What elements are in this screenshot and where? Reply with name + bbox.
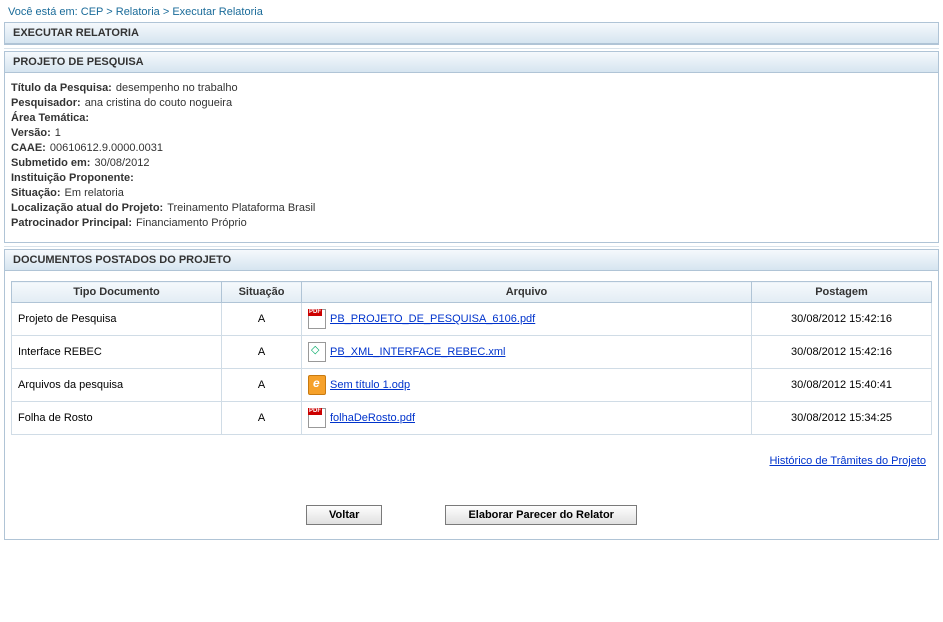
- executar-relatoria-title: EXECUTAR RELATORIA: [5, 23, 938, 44]
- executar-relatoria-panel: EXECUTAR RELATORIA: [4, 22, 939, 45]
- file-link[interactable]: PB_XML_INTERFACE_REBEC.xml: [330, 346, 505, 358]
- voltar-button[interactable]: Voltar: [306, 505, 382, 525]
- projeto-pesquisa-panel: PROJETO DE PESQUISA Título da Pesquisa: d…: [4, 51, 939, 243]
- projeto-pesquisa-title: PROJETO DE PESQUISA: [5, 52, 938, 73]
- historico-link[interactable]: Histórico de Trâmites do Projeto: [11, 435, 932, 497]
- documentos-table: Tipo Documento Situação Arquivo Postagem…: [11, 281, 932, 435]
- postagem-cell: 30/08/2012 15:40:41: [752, 369, 932, 402]
- submetido-label: Submetido em:: [11, 157, 90, 169]
- file-link[interactable]: Sem título 1.odp: [330, 379, 410, 391]
- postagem-cell: 30/08/2012 15:42:16: [752, 303, 932, 336]
- caae-value: 00610612.9.0000.0031: [50, 142, 163, 154]
- elaborar-parecer-button[interactable]: Elaborar Parecer do Relator: [445, 505, 637, 525]
- table-row: Projeto de PesquisaA PB_PROJETO_DE_PESQUI…: [12, 303, 932, 336]
- versao-label: Versão:: [11, 127, 51, 139]
- titulo-value: desempenho no trabalho: [116, 82, 238, 94]
- tipo-documento-cell: Folha de Rosto: [12, 402, 222, 435]
- breadcrumb: Você está em: CEP > Relatoria > Executar…: [4, 4, 939, 20]
- instituicao-label: Instituição Proponente:: [11, 172, 134, 184]
- documentos-panel: DOCUMENTOS POSTADOS DO PROJETO Tipo Docu…: [4, 249, 939, 540]
- pesquisador-value: ana cristina do couto nogueira: [85, 97, 232, 109]
- th-arquivo: Arquivo: [302, 282, 752, 303]
- odp-icon: [308, 375, 326, 395]
- button-bar: Voltar Elaborar Parecer do Relator: [11, 497, 932, 529]
- patrocinador-value: Financiamento Próprio: [136, 217, 247, 229]
- breadcrumb-link-cep[interactable]: CEP: [81, 6, 103, 18]
- situacao-label: Situação:: [11, 187, 61, 199]
- tipo-documento-cell: Projeto de Pesquisa: [12, 303, 222, 336]
- pdf-icon: [308, 408, 326, 428]
- breadcrumb-link-executar[interactable]: Executar Relatoria: [172, 6, 263, 18]
- tipo-documento-cell: Arquivos da pesquisa: [12, 369, 222, 402]
- file-link[interactable]: PB_PROJETO_DE_PESQUISA_6106.pdf: [330, 313, 535, 325]
- caae-label: CAAE:: [11, 142, 46, 154]
- titulo-label: Título da Pesquisa:: [11, 82, 112, 94]
- table-row: Folha de RostoAfolhaDeRosto.pdf 30/08/201…: [12, 402, 932, 435]
- documentos-body: Tipo Documento Situação Arquivo Postagem…: [5, 271, 938, 539]
- situacao-cell: A: [222, 303, 302, 336]
- xml-icon: [308, 342, 326, 362]
- th-situacao: Situação: [222, 282, 302, 303]
- arquivo-cell: Sem título 1.odp: [302, 369, 752, 402]
- area-label: Área Temática:: [11, 112, 89, 124]
- th-postagem: Postagem: [752, 282, 932, 303]
- arquivo-cell: PB_PROJETO_DE_PESQUISA_6106.pdf: [302, 303, 752, 336]
- breadcrumb-prefix: Você está em:: [8, 6, 78, 18]
- projeto-pesquisa-body: Título da Pesquisa: desempenho no trabalh…: [5, 73, 938, 242]
- localizacao-value: Treinamento Plataforma Brasil: [167, 202, 315, 214]
- arquivo-cell: folhaDeRosto.pdf: [302, 402, 752, 435]
- postagem-cell: 30/08/2012 15:34:25: [752, 402, 932, 435]
- table-row: Arquivos da pesquisaA Sem título 1.odp 30/…: [12, 369, 932, 402]
- tipo-documento-cell: Interface REBEC: [12, 336, 222, 369]
- situacao-cell: A: [222, 402, 302, 435]
- situacao-cell: A: [222, 336, 302, 369]
- pdf-icon: [308, 309, 326, 329]
- file-link[interactable]: folhaDeRosto.pdf: [330, 412, 415, 424]
- table-row: Interface REBECA PB_XML_INTERFACE_REBEC.x…: [12, 336, 932, 369]
- patrocinador-label: Patrocinador Principal:: [11, 217, 132, 229]
- arquivo-cell: PB_XML_INTERFACE_REBEC.xml: [302, 336, 752, 369]
- th-tipo: Tipo Documento: [12, 282, 222, 303]
- pesquisador-label: Pesquisador:: [11, 97, 81, 109]
- localizacao-label: Localização atual do Projeto:: [11, 202, 163, 214]
- submetido-value: 30/08/2012: [94, 157, 149, 169]
- versao-value: 1: [55, 127, 61, 139]
- situacao-value: Em relatoria: [65, 187, 124, 199]
- postagem-cell: 30/08/2012 15:42:16: [752, 336, 932, 369]
- documentos-title: DOCUMENTOS POSTADOS DO PROJETO: [5, 250, 938, 271]
- situacao-cell: A: [222, 369, 302, 402]
- breadcrumb-link-relatoria[interactable]: Relatoria: [116, 6, 160, 18]
